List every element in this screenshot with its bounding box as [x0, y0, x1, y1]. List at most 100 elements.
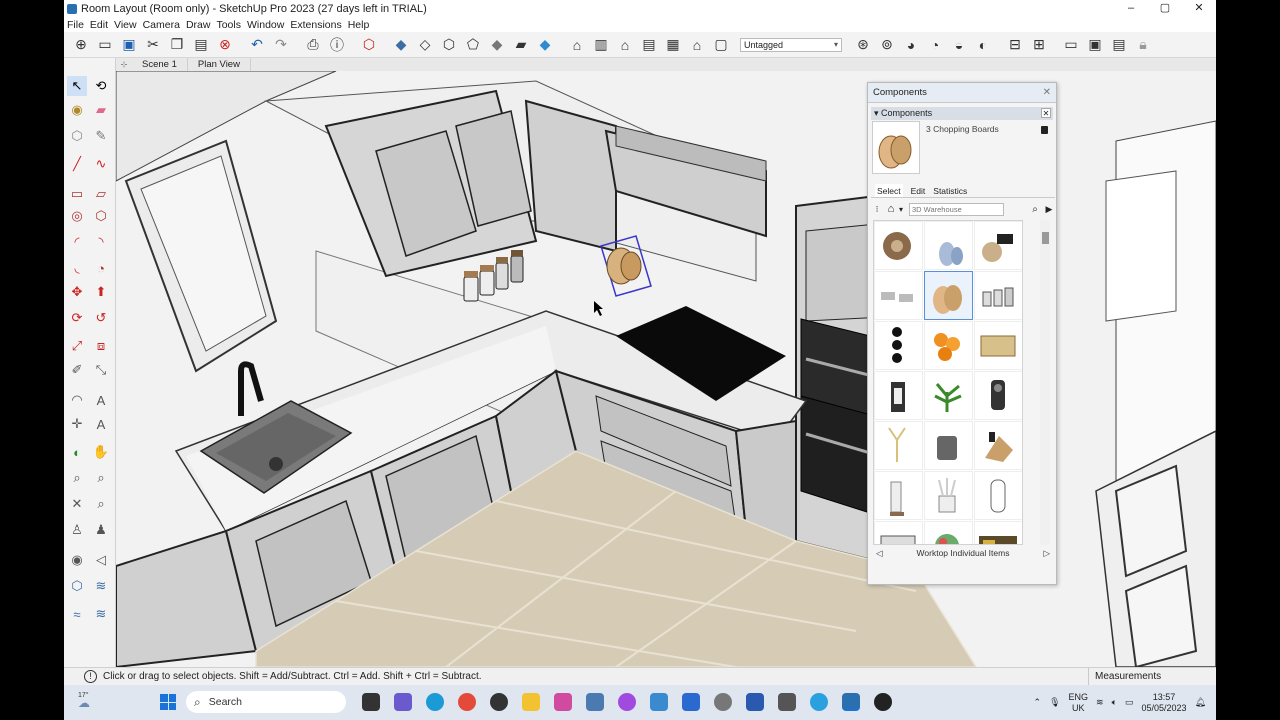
measurements-box[interactable]: Measurements [1088, 668, 1216, 685]
extension-icon-5[interactable]: ◒ [948, 34, 970, 56]
file-explorer-icon[interactable] [522, 693, 540, 711]
chrome-icon[interactable] [458, 693, 476, 711]
menu-help[interactable]: Help [345, 19, 373, 31]
3point-arc-icon[interactable]: ◟ [67, 258, 87, 278]
shaded-style-icon[interactable]: ◆ [486, 34, 508, 56]
menu-camera[interactable]: Camera [140, 19, 183, 31]
start-button[interactable] [160, 694, 176, 710]
component-thumb[interactable] [924, 421, 973, 470]
close-button[interactable]: ✕ [1182, 0, 1216, 17]
component-thumb[interactable] [974, 271, 1022, 320]
erase-icon[interactable]: ⊗ [214, 34, 236, 56]
component-thumb[interactable] [924, 321, 973, 370]
monochrome-style-icon[interactable]: ◆ [534, 34, 556, 56]
home-icon[interactable]: ⌂ [885, 203, 897, 215]
circle-icon[interactable]: ◎ [67, 206, 87, 226]
orbit-tool-icon[interactable]: ◐ [67, 442, 87, 462]
component-thumb-selected[interactable] [924, 271, 973, 320]
component-thumb[interactable] [924, 221, 973, 270]
sandbox-3-icon[interactable]: ≈ [67, 604, 87, 624]
wifi-icon[interactable]: ≋ [1096, 697, 1104, 708]
component-thumb[interactable] [924, 471, 973, 520]
extension-icon-4[interactable]: ◔ [924, 34, 946, 56]
menu-extensions[interactable]: Extensions [287, 19, 344, 31]
search-icon[interactable]: ⌕ [1029, 204, 1041, 215]
component-thumb[interactable] [974, 221, 1022, 270]
close-panel-icon[interactable]: ✕ [1043, 83, 1051, 103]
minimize-button[interactable]: – [1114, 0, 1148, 17]
previous-collection-icon[interactable]: ◁ [876, 548, 883, 559]
orbit-icon[interactable]: ⟲ [91, 76, 111, 96]
view-options-icon[interactable]: ⁝ [871, 204, 883, 215]
section-fill-icon[interactable]: ⊞ [1028, 34, 1050, 56]
messenger-icon[interactable] [618, 693, 636, 711]
redo-icon[interactable]: ↷ [270, 34, 292, 56]
scrollbar-thumb[interactable] [1042, 232, 1049, 244]
weather-widget[interactable]: ☁ 17° [64, 692, 104, 710]
notepad-icon[interactable] [650, 693, 668, 711]
xray-style-icon[interactable]: ◆ [390, 34, 412, 56]
clock[interactable]: 13:57 05/05/2023 [1142, 692, 1187, 714]
settings-icon[interactable] [714, 693, 732, 711]
back-view-icon[interactable]: ▦ [662, 34, 684, 56]
freehand-icon[interactable]: ∿ [91, 154, 111, 174]
polygon-icon[interactable]: ⬡ [91, 206, 111, 226]
iso-view-icon[interactable]: ⌂ [566, 34, 588, 56]
tape-icon[interactable]: ✐ [67, 360, 87, 380]
paint-bucket-icon[interactable]: ◉ [67, 100, 87, 120]
sketchup-taskbar-icon[interactable] [842, 693, 860, 711]
copy-icon[interactable]: ❐ [166, 34, 188, 56]
scale-icon[interactable]: ⤢ [67, 336, 87, 356]
sandbox-2-icon[interactable]: ≋ [91, 576, 111, 596]
left-view-icon[interactable]: ⌂ [686, 34, 708, 56]
telegram-icon[interactable] [810, 693, 828, 711]
extension-icon-1[interactable]: ⊛ [852, 34, 874, 56]
arc-icon[interactable]: ◜ [67, 232, 87, 252]
component-thumb[interactable] [874, 371, 923, 420]
component-thumb[interactable] [974, 321, 1022, 370]
paste-icon[interactable]: ▤ [190, 34, 212, 56]
pie-icon[interactable]: ◔ [91, 258, 111, 278]
info-icon[interactable]: ! [84, 670, 97, 683]
next-collection-icon[interactable]: ▷ [1043, 548, 1050, 559]
open-folder-icon[interactable]: ▭ [94, 34, 116, 56]
walk-icon[interactable]: ♟ [91, 520, 111, 540]
chat-icon[interactable] [394, 693, 412, 711]
follow-me-icon[interactable]: ↺ [91, 308, 111, 328]
volume-icon[interactable]: 🔈︎ [1112, 697, 1117, 708]
component-thumb[interactable] [974, 471, 1022, 520]
extension-icon-3[interactable]: ◕ [900, 34, 922, 56]
section-plane-icon[interactable]: ⊟ [1004, 34, 1026, 56]
print-icon[interactable]: ⎙ [302, 34, 324, 56]
zoom-icon[interactable]: ⌕ [67, 468, 87, 488]
sandbox-4-icon[interactable]: ≋ [91, 604, 111, 624]
view-toolbar-icon-3[interactable]: ▤ [1108, 34, 1130, 56]
new-icon[interactable]: ⊕ [70, 34, 92, 56]
sketchup-mail-icon[interactable] [746, 693, 764, 711]
extension-icon-2[interactable]: ⊚ [876, 34, 898, 56]
wireframe-style-icon[interactable]: ⬡ [438, 34, 460, 56]
position-camera-icon[interactable]: ♙ [67, 520, 87, 540]
tape-measure-icon[interactable]: ✎ [91, 126, 111, 146]
cut-icon[interactable]: ✂ [142, 34, 164, 56]
offset-icon[interactable]: ⧈ [91, 336, 111, 356]
dimension-icon[interactable]: ⤡ [91, 360, 111, 380]
component-thumb[interactable] [874, 271, 923, 320]
notifications-icon[interactable]: 🔔︎ [1195, 697, 1206, 708]
component-thumb[interactable] [974, 521, 1022, 544]
back-edges-style-icon[interactable]: ◇ [414, 34, 436, 56]
details-arrow-icon[interactable]: ▶ [1043, 204, 1055, 215]
model-info-icon[interactable]: ⓘ [326, 34, 348, 56]
snipping-tool-icon[interactable] [554, 693, 572, 711]
menu-edit[interactable]: Edit [87, 19, 111, 31]
protractor-icon[interactable]: ◠ [67, 390, 87, 410]
component-thumb[interactable] [874, 421, 923, 470]
previous-view-icon[interactable]: ⌕ [91, 494, 111, 514]
2point-arc-icon[interactable]: ◝ [91, 232, 111, 252]
3d-text-icon[interactable]: A [91, 414, 111, 434]
thumbnails-scrollbar[interactable] [1040, 220, 1050, 545]
component-thumb[interactable] [874, 521, 923, 544]
text-icon[interactable]: A [91, 390, 111, 410]
hidden-line-style-icon[interactable]: ⬠ [462, 34, 484, 56]
sketchup-upgrade-icon[interactable]: ⬡ [358, 34, 380, 56]
